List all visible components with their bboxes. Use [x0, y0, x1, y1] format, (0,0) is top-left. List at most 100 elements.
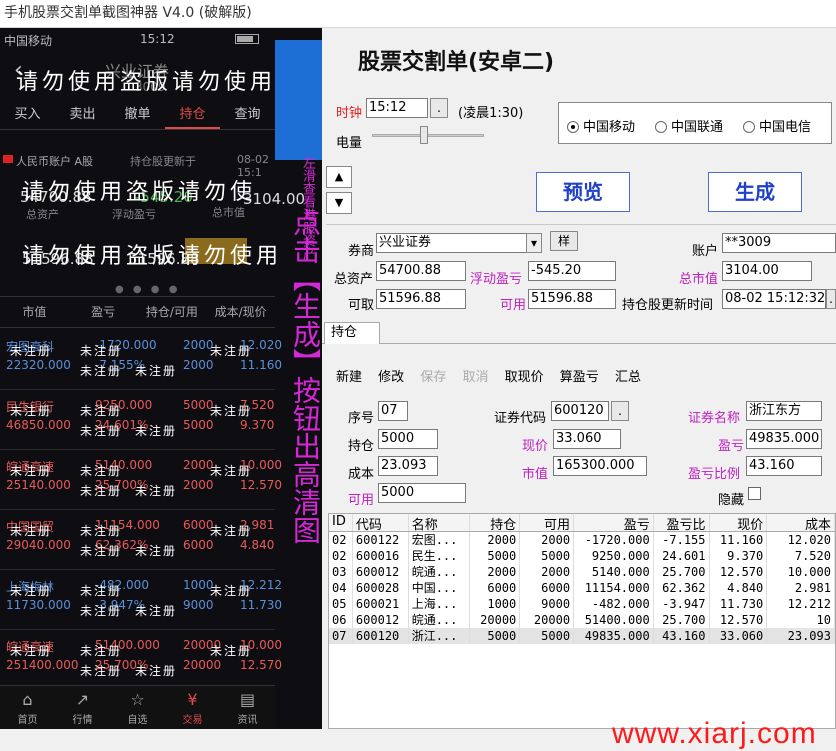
table-cell: 20000: [520, 612, 575, 628]
col-code[interactable]: 代码: [353, 514, 409, 531]
pl-input[interactable]: 49835.000: [746, 429, 822, 449]
sample-button[interactable]: 样: [550, 231, 578, 251]
updated-time-button[interactable]: .: [826, 289, 836, 309]
unreg-mark: 未注册: [210, 524, 253, 538]
avl-input[interactable]: 5000: [378, 483, 466, 503]
col-position: 持仓/可用: [145, 305, 198, 319]
mv-input[interactable]: 165300.000: [553, 456, 647, 476]
table-cell: 1000: [470, 596, 521, 612]
table-row[interactable]: 中国国贸 29040.000 11154.000 62.362% 6000 60…: [0, 510, 275, 570]
radio-china-unicom[interactable]: 中国联通: [655, 116, 723, 135]
tab-positions[interactable]: 持仓: [165, 100, 220, 129]
table-row[interactable]: 03 600012 皖通... 2000 2000 5140.000 25.700 12.57…: [329, 564, 835, 580]
col-avl[interactable]: 可用: [520, 514, 575, 531]
table-row[interactable]: 民生银行 46850.000 9250.000 24.601% 5000 500…: [0, 390, 275, 450]
pos-input[interactable]: 5000: [378, 429, 438, 449]
broker-select[interactable]: 兴业证券: [376, 233, 542, 253]
row-pos: 2000: [183, 458, 214, 472]
table-row[interactable]: 皖通高速 25140.000 5140.000 25.700% 2000 200…: [0, 450, 282, 510]
tab-buy[interactable]: 买入: [0, 100, 55, 129]
cost-label: 成本: [348, 467, 375, 482]
col-market-value: 市值: [22, 305, 47, 319]
col-id[interactable]: ID: [329, 514, 353, 531]
scroll-down-button[interactable]: ▼: [326, 192, 352, 214]
calc-pl-button[interactable]: 算盈亏: [560, 370, 599, 385]
updated-time-input[interactable]: 08-02 15:12:32: [722, 289, 826, 309]
col-pos[interactable]: 持仓: [470, 514, 521, 531]
battery-slider[interactable]: [372, 126, 484, 146]
unreg-mark: 未注册: [80, 584, 123, 598]
status-carrier: 中国移动: [4, 34, 53, 48]
table-row[interactable]: 05 600021 上海... 1000 9000 -482.000 -3.947 11.73…: [329, 596, 835, 612]
table-row[interactable]: 02 600122 宏图... 2000 2000 -1720.000 -7.155 11.1…: [329, 532, 835, 548]
available-input[interactable]: 51596.88: [528, 289, 616, 309]
edit-button[interactable]: 修改: [378, 370, 404, 385]
positions-grid: ID 代码 名称 持仓 可用 盈亏 盈亏比 现价 成本 02 600122 宏图..…: [328, 513, 836, 729]
grid-header: ID 代码 名称 持仓 可用 盈亏 盈亏比 现价 成本: [329, 514, 835, 532]
unreg-mark: 未注册: [80, 364, 123, 378]
hk-assets-hint: 左滑查看港股资产: [300, 156, 315, 260]
new-button[interactable]: 新建: [336, 370, 362, 385]
table-row[interactable]: 宏图高科 22320.000 -1720.000 -7.155% 2000 20…: [0, 330, 282, 390]
hide-checkbox[interactable]: [748, 487, 761, 500]
col-plr[interactable]: 盈亏比: [654, 514, 710, 531]
table-cell: 9000: [520, 596, 575, 612]
scroll-up-button[interactable]: ▲: [326, 166, 352, 188]
table-cell: 5140.000: [574, 564, 654, 580]
table-row[interactable]: 02 600016 民生... 5000 5000 9250.000 24.601 9.370…: [329, 548, 835, 564]
withdrawable-label: 可取: [348, 298, 375, 313]
tab-cancel[interactable]: 撤单: [110, 100, 165, 129]
name-input[interactable]: 浙江东方: [746, 401, 822, 421]
col-cost[interactable]: 成本: [767, 514, 835, 531]
col-pl[interactable]: 盈亏: [574, 514, 654, 531]
table-row[interactable]: 皖通高速 251400.000 51400.000 25.700% 20000 …: [0, 630, 282, 690]
chart-icon: ↗: [75, 690, 90, 709]
preview-button[interactable]: 预览: [536, 172, 630, 212]
generate-button[interactable]: 生成: [708, 172, 802, 212]
price-input[interactable]: 33.060: [553, 429, 621, 449]
table-cell: 10: [767, 612, 835, 628]
market-value-input[interactable]: 3104.00: [722, 261, 812, 281]
tab-query[interactable]: 查询: [220, 100, 275, 129]
float-pl-input[interactable]: -545.20: [528, 261, 616, 281]
table-cell: 2.981: [767, 580, 835, 596]
total-assets-input[interactable]: 54700.88: [376, 261, 466, 281]
radio-china-mobile[interactable]: 中国移动: [567, 116, 635, 135]
nav-watchlist[interactable]: ☆ 自选: [110, 686, 165, 729]
table-row[interactable]: 07 600120 浙江... 5000 5000 49835.000 43.160 33.0…: [329, 628, 835, 644]
col-name[interactable]: 名称: [409, 514, 471, 531]
nav-news[interactable]: ▤ 资讯: [220, 686, 275, 729]
nav-market[interactable]: ↗ 行情: [55, 686, 110, 729]
table-row[interactable]: 上海梅林 11730.000 -482.000 -3.947% 1000 900…: [0, 570, 282, 630]
seq-input[interactable]: 07: [378, 401, 408, 421]
table-row[interactable]: 06 600012 皖通... 20000 20000 51400.000 25.700 12…: [329, 612, 835, 628]
save-button[interactable]: 保存: [420, 370, 446, 385]
nav-trade[interactable]: ¥ 交易: [165, 686, 220, 729]
radio-label: 中国联通: [671, 120, 724, 135]
clock-input[interactable]: 15:12: [366, 98, 428, 118]
code-input[interactable]: 600120: [551, 401, 609, 421]
withdrawable-input[interactable]: 51596.88: [376, 289, 466, 309]
slider-thumb[interactable]: [420, 126, 428, 144]
plr-input[interactable]: 43.160: [746, 456, 822, 476]
chevron-down-icon[interactable]: ▾: [526, 233, 542, 253]
col-price[interactable]: 现价: [710, 514, 768, 531]
fetch-price-button[interactable]: 取现价: [505, 370, 544, 385]
tab-holdings[interactable]: 持仓: [324, 322, 380, 344]
radio-china-telecom[interactable]: 中国电信: [743, 116, 811, 135]
table-cell: 600012: [353, 564, 409, 580]
clock-picker-button[interactable]: .: [430, 98, 448, 118]
table-cell: 06: [329, 612, 353, 628]
unreg-mark: 未注册: [135, 484, 178, 498]
table-cell: 24.601: [654, 548, 710, 564]
code-lookup-button[interactable]: .: [611, 401, 629, 421]
tab-sell[interactable]: 卖出: [55, 100, 110, 129]
account-input[interactable]: **3009: [722, 233, 836, 253]
table-cell: 2000: [520, 564, 575, 580]
table-cell: 25.700: [654, 612, 710, 628]
nav-home[interactable]: ⌂ 首页: [0, 686, 55, 729]
cancel-button[interactable]: 取消: [462, 370, 488, 385]
summary-button[interactable]: 汇总: [615, 370, 641, 385]
table-row[interactable]: 04 600028 中国... 6000 6000 11154.000 62.362 4.84…: [329, 580, 835, 596]
cost-input[interactable]: 23.093: [378, 456, 438, 476]
